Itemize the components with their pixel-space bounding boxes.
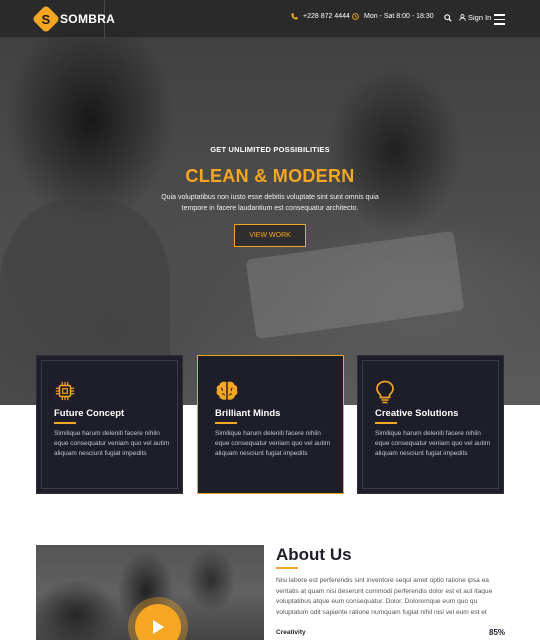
hero-title: CLEAN & MODERN: [185, 166, 355, 186]
feature-title: Creative Solutions: [375, 408, 459, 419]
feature-underline: [375, 422, 397, 424]
brand-name: SOMBRA: [60, 12, 116, 26]
feature-underline: [215, 422, 237, 424]
about-underline: [276, 567, 298, 569]
feature-underline: [54, 422, 76, 424]
view-work-button[interactable]: VIEW WORK: [234, 224, 306, 247]
feature-title: Brilliant Minds: [215, 408, 281, 419]
chip-icon: [55, 381, 75, 401]
hero-section: S SOMBRA +228 872 4444 Mon - Sat 8:00 - …: [0, 0, 540, 405]
feature-text: Similique harum deleniti facere nihiln e…: [215, 430, 331, 457]
hamburger-menu-icon[interactable]: [494, 14, 505, 28]
lightbulb-icon: [376, 380, 394, 404]
hero-description: Quia voluptatibus non iusto esse debitis…: [161, 194, 379, 212]
about-video-thumbnail[interactable]: [36, 545, 264, 640]
hero-kicker: GET UNLIMITED POSSIBILITIES: [210, 145, 330, 154]
feature-card-creative-solutions[interactable]: Creative Solutions Similique harum delen…: [357, 355, 504, 494]
play-icon: [153, 620, 164, 634]
sign-in-link[interactable]: Sign In: [459, 13, 491, 22]
feature-text: Similique harum deleniti facere nihiln e…: [54, 430, 170, 457]
logo-letter: S: [41, 11, 51, 27]
about-title: About Us: [276, 545, 352, 564]
top-navigation-bar: S SOMBRA +228 872 4444 Mon - Sat 8:00 - …: [0, 0, 540, 38]
phone-icon: [291, 13, 298, 20]
sign-in-label: Sign In: [468, 13, 492, 22]
hours-text: Mon - Sat 8:00 - 18:30: [364, 13, 434, 20]
user-icon: [459, 14, 466, 21]
feature-card-brilliant-minds[interactable]: Brilliant Minds Similique harum deleniti…: [197, 355, 344, 494]
brain-icon: [216, 381, 238, 400]
header-divider: [104, 0, 105, 38]
clock-icon: [352, 13, 359, 20]
about-text: Nisi labore est perferendis sint invento…: [276, 577, 493, 616]
logo-icon: S: [31, 4, 61, 34]
phone-contact[interactable]: +228 872 4444: [291, 13, 350, 20]
phone-number: +228 872 4444: [303, 13, 350, 20]
opening-hours: Mon - Sat 8:00 - 18:30: [352, 13, 434, 20]
skill-label: Creativity: [276, 629, 306, 636]
feature-card-future-concept[interactable]: Future Concept Similique harum deleniti …: [36, 355, 183, 494]
feature-title: Future Concept: [54, 408, 125, 419]
search-icon[interactable]: [444, 14, 452, 22]
skill-value: 85%: [489, 628, 506, 637]
feature-text: Similique harum deleniti facere nihiln e…: [375, 430, 491, 457]
